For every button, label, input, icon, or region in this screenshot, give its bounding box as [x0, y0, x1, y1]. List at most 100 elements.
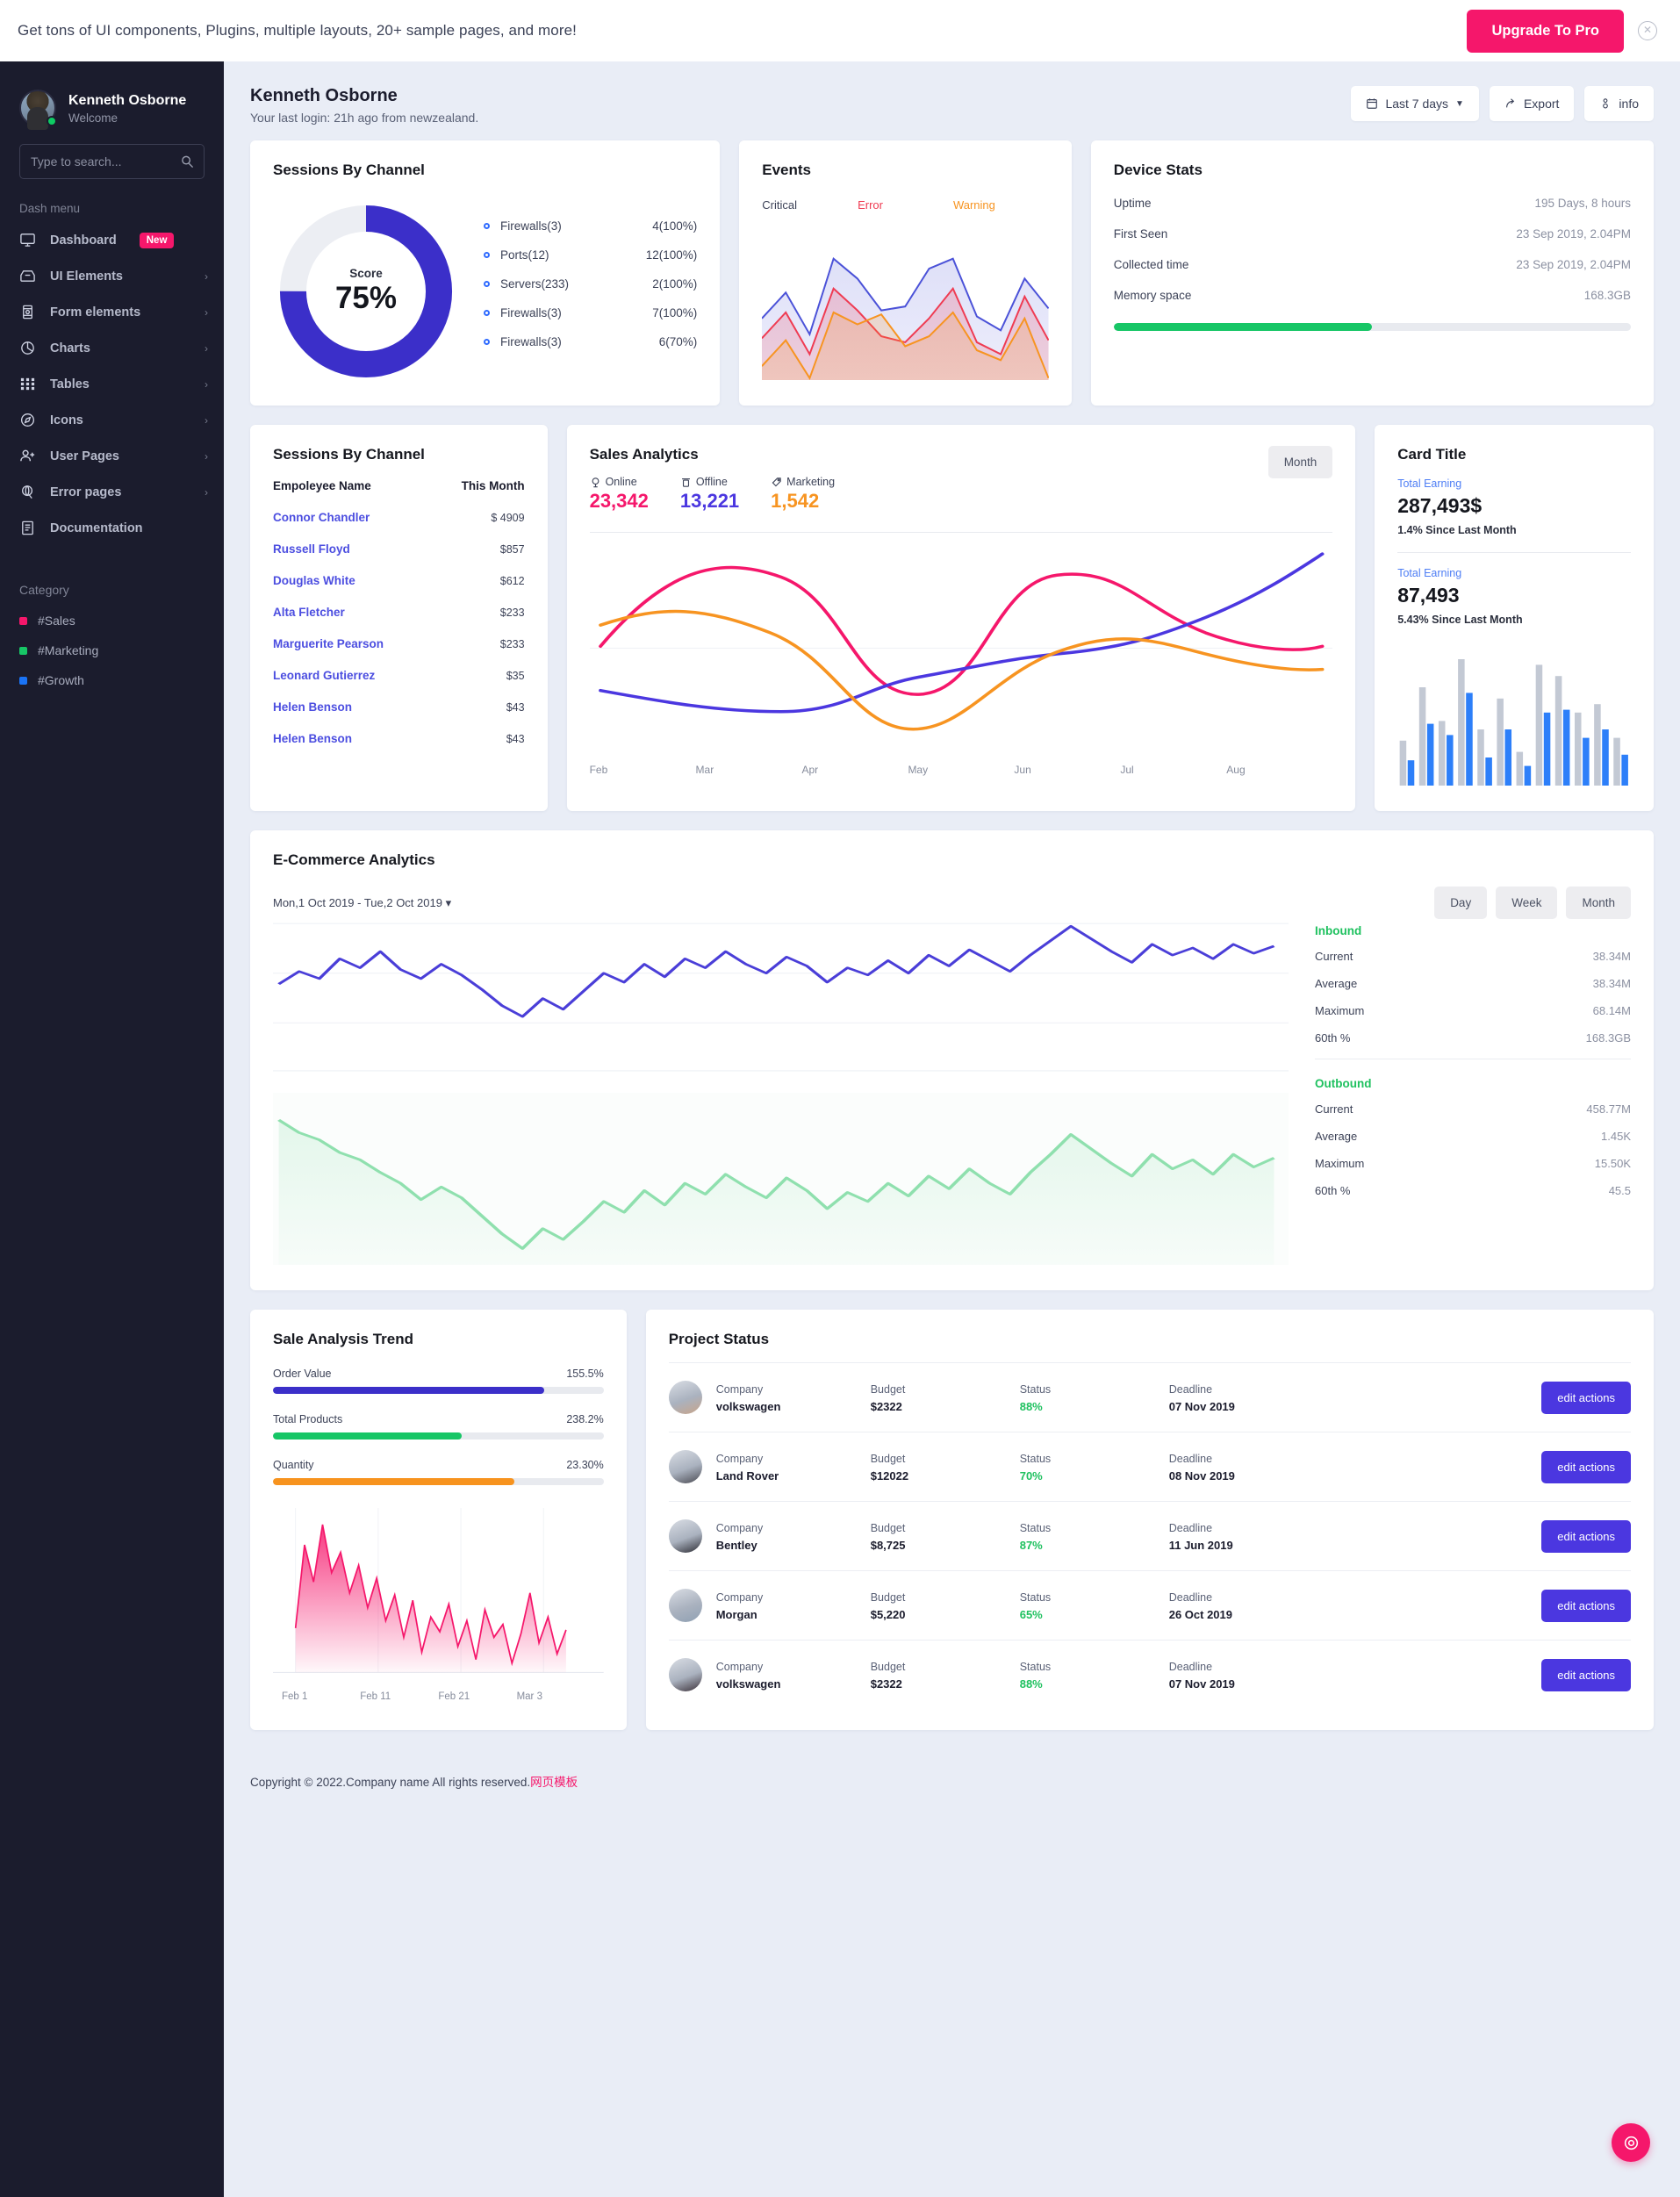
employee-name[interactable]: Russell Floyd [273, 542, 350, 556]
sidebar-item-charts[interactable]: Charts › [0, 330, 224, 366]
ecommerce-charts [273, 919, 1289, 1269]
sale-analysis-axis: Feb 1 Feb 11 Feb 21 Mar 3 [273, 1691, 604, 1702]
category-item-sales[interactable]: #Sales [0, 606, 224, 635]
metric-label: Offline [680, 476, 739, 488]
sidebar-item-label: UI Elements [50, 269, 123, 284]
upgrade-to-pro-button[interactable]: Upgrade To Pro [1467, 9, 1624, 53]
sidebar-item-dashboard[interactable]: Dashboard New [0, 222, 224, 258]
employee-name[interactable]: Alta Fletcher [273, 606, 345, 619]
edit-actions-button[interactable]: edit actions [1541, 1519, 1631, 1553]
axis-tick-label: May [908, 764, 929, 776]
info-icon [1599, 97, 1612, 110]
table-row[interactable]: Alta Fletcher $233 [273, 606, 525, 619]
employee-name[interactable]: Leonard Gutierrez [273, 669, 375, 682]
sidebar-item-form-elements[interactable]: Form elements › [0, 294, 224, 330]
table-row[interactable]: Douglas White $612 [273, 574, 525, 587]
employee-amount: $ 4909 [491, 512, 525, 524]
company-name: Morgan [715, 1608, 757, 1621]
date-range-selector[interactable]: Mon,1 Oct 2019 - Tue,2 Oct 2019 ▾ [273, 896, 451, 910]
table-row[interactable]: Helen Benson $43 [273, 700, 525, 714]
edit-actions-button[interactable]: edit actions [1541, 1381, 1631, 1414]
stat-key: First Seen [1113, 227, 1168, 241]
row-2: Sessions By Channel Empoleyee Name This … [250, 425, 1654, 811]
page-subtitle: Your last login: 21h ago from newzealand… [250, 111, 479, 125]
export-button[interactable]: Export [1489, 86, 1575, 121]
category-item-growth[interactable]: #Growth [0, 665, 224, 695]
legend-name: Firewalls(3) [500, 334, 562, 348]
deadline-value: 26 Oct 2019 [1168, 1608, 1232, 1621]
sidebar-item-user-pages[interactable]: User Pages › [0, 438, 224, 474]
employee-name[interactable]: Helen Benson [273, 732, 352, 745]
main-content: Kenneth Osborne Your last login: 21h ago… [224, 61, 1680, 2197]
legend-value: 6(70%) [658, 334, 698, 348]
inbound-line-chart [273, 919, 1289, 1077]
chevron-right-icon: › [205, 449, 208, 463]
tab-month[interactable]: Month [1566, 887, 1631, 919]
employee-name[interactable]: Marguerite Pearson [273, 637, 384, 650]
earning-blocks: Total Earning 287,493$ 1.4% Since Last Mon… [1397, 477, 1631, 626]
column-label-status: Status [1019, 1383, 1052, 1396]
column-label-deadline: Deadline [1168, 1383, 1213, 1396]
settings-fab-button[interactable] [1612, 2123, 1650, 2162]
last-7-days-button[interactable]: Last 7 days ▼ [1351, 86, 1479, 121]
header-actions: Last 7 days ▼ Export info [1351, 86, 1654, 121]
progress-bar [273, 1387, 604, 1394]
category-item-marketing[interactable]: #Marketing [0, 635, 224, 665]
table-row[interactable]: Connor Chandler $ 4909 [273, 511, 525, 524]
sidebar-item-tables[interactable]: Tables › [0, 366, 224, 402]
sidebar-categories: #Sales #Marketing #Growth [0, 606, 224, 695]
column-label-status: Status [1019, 1522, 1052, 1534]
employee-name[interactable]: Connor Chandler [273, 511, 370, 524]
search-icon[interactable] [181, 155, 194, 169]
app-layout: Kenneth Osborne Welcome Dash menu Dashbo… [0, 61, 1680, 2197]
sidebar-item-icons[interactable]: Icons › [0, 402, 224, 438]
sidebar-item-ui-elements[interactable]: UI Elements › [0, 258, 224, 294]
progress-bar [273, 1432, 604, 1440]
table-row[interactable]: Leonard Gutierrez $35 [273, 669, 525, 682]
table-row[interactable]: Russell Floyd $857 [273, 542, 525, 556]
tab-week[interactable]: Week [1496, 887, 1558, 919]
axis-tick-label: Feb 1 [282, 1691, 308, 1702]
sidebar-item-label: Charts [50, 341, 90, 355]
progress-value: 23.30% [566, 1459, 604, 1471]
stat-key: Uptime [1113, 197, 1152, 210]
category-label: Category [19, 583, 69, 597]
table-row[interactable]: Helen Benson $43 [273, 732, 525, 745]
tab-day[interactable]: Day [1434, 887, 1488, 919]
footer-link[interactable]: 网页模板 [530, 1776, 578, 1789]
ecommerce-analytics-card: E-Commerce Analytics Mon,1 Oct 2019 - Tu… [250, 830, 1654, 1290]
employee-name[interactable]: Helen Benson [273, 700, 352, 714]
column-label-status: Status [1019, 1453, 1052, 1465]
edit-actions-button[interactable]: edit actions [1541, 1450, 1631, 1483]
promo-text: Get tons of UI components, Plugins, mult… [18, 22, 577, 39]
axis-tick-label: Feb [589, 764, 608, 776]
stats-key: Current [1315, 950, 1353, 963]
stats-value: 15.50K [1594, 1157, 1631, 1170]
progress-label: Quantity [273, 1459, 314, 1471]
stats-key: 60th % [1315, 1031, 1351, 1045]
earning-change: 1.4% Since Last Month [1397, 524, 1517, 536]
legend-name: Servers(233) [500, 276, 570, 291]
info-button[interactable]: info [1584, 86, 1654, 121]
earning-label: Total Earning [1397, 477, 1462, 490]
memory-progress-bar [1113, 323, 1631, 331]
button-label: info [1619, 97, 1639, 111]
sales-axis-labels: Feb Mar Apr May Jun Jul Aug [590, 764, 1333, 776]
employee-name[interactable]: Douglas White [273, 574, 355, 587]
table-row[interactable]: Marguerite Pearson $233 [273, 637, 525, 650]
sidebar-profile[interactable]: Kenneth Osborne Welcome [0, 81, 224, 126]
column-label-company: Company [715, 1383, 764, 1396]
column-label-deadline: Deadline [1168, 1591, 1213, 1604]
employee-amount: $43 [506, 733, 525, 745]
sidebar-item-documentation[interactable]: Documentation [0, 510, 224, 546]
sidebar-item-error-pages[interactable]: Error pages › [0, 474, 224, 510]
button-label: Last 7 days [1385, 97, 1449, 111]
stats-row: Maximum 15.50K [1315, 1157, 1631, 1170]
close-icon[interactable]: ✕ [1638, 21, 1657, 40]
ecommerce-stats: Inbound Current 38.34M Average 38.34M Maximum… [1315, 919, 1631, 1269]
edit-actions-button[interactable]: edit actions [1541, 1658, 1631, 1691]
sale-analysis-trend-card: Sale Analysis Trend Order Value 155.5% Tot… [250, 1310, 627, 1730]
stats-value: 38.34M [1592, 950, 1631, 963]
period-selector-button[interactable]: Month [1267, 446, 1333, 478]
edit-actions-button[interactable]: edit actions [1541, 1589, 1631, 1622]
